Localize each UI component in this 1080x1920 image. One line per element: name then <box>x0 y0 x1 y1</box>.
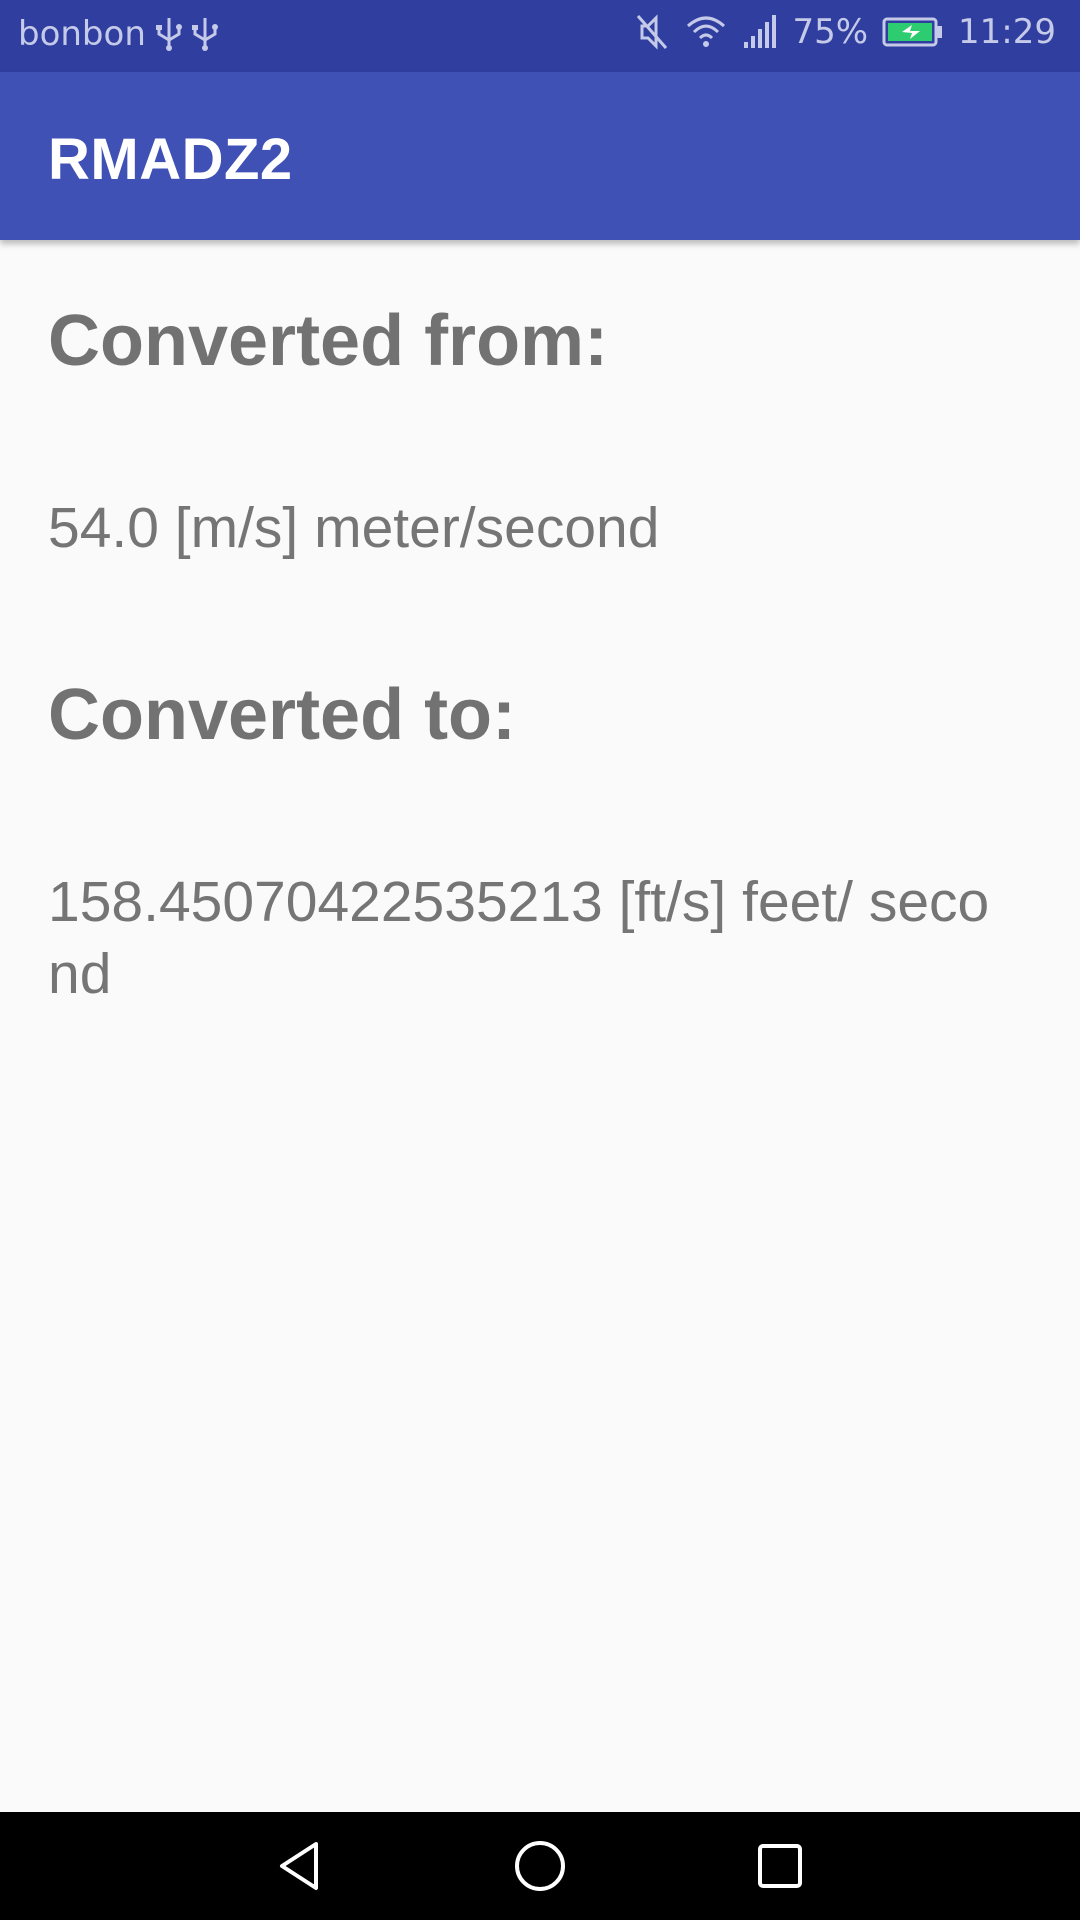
signal-icon <box>742 12 778 52</box>
converted-from-heading: Converted from: <box>48 301 609 381</box>
back-icon <box>280 1842 318 1890</box>
usb-icon <box>191 16 218 52</box>
status-bar: bonbon 75% 11:29 <box>0 0 1080 72</box>
converted-to-value: 158.45070422535213 [ft/s] feet/ second <box>48 870 990 1006</box>
home-icon <box>515 1841 565 1891</box>
navigation-bar <box>0 1812 1080 1920</box>
home-button[interactable] <box>510 1836 570 1896</box>
carrier-name: bonbon <box>18 14 146 54</box>
wifi-icon <box>684 12 728 52</box>
converted-from-value: 54.0 [m/s] meter/second <box>48 496 660 560</box>
clock: 11:29 <box>958 12 1056 52</box>
app-title: RMADZ2 <box>48 127 293 192</box>
recents-button[interactable] <box>750 1836 810 1896</box>
battery-percent: 75% <box>792 12 869 52</box>
status-left: bonbon <box>18 14 218 54</box>
app-bar: RMADZ2 <box>0 72 1080 240</box>
recents-icon <box>758 1844 802 1888</box>
screen: bonbon 75% 11:29 RMADZ2 Converted from: … <box>0 0 1080 1920</box>
usb-icon <box>155 16 182 52</box>
converted-to-heading: Converted to: <box>48 675 516 755</box>
battery-charging-icon <box>882 16 944 48</box>
status-right: 75% 11:29 <box>634 12 1056 52</box>
mute-icon <box>634 12 670 52</box>
back-button[interactable] <box>270 1836 330 1896</box>
